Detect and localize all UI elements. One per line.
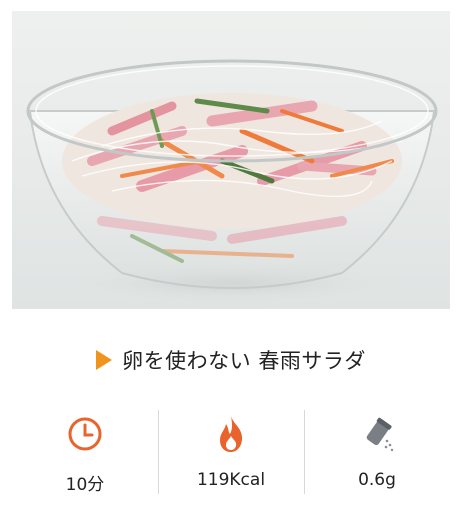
- clock-icon: [65, 414, 105, 454]
- salad-bowl-illustration: [26, 59, 438, 305]
- calories-stat: 119Kcal: [158, 406, 304, 498]
- flame-icon: [211, 414, 251, 454]
- recipe-stats: 10分 119Kcal 0.6g: [12, 406, 450, 498]
- calories-value: 119Kcal: [196, 470, 266, 490]
- salt-stat: 0.6g: [304, 406, 450, 498]
- recipe-title-row[interactable]: 卵を使わない 春雨サラダ: [0, 338, 462, 382]
- recipe-photo[interactable]: [12, 11, 450, 309]
- play-triangle-icon: [96, 350, 113, 370]
- cooking-time-value: 10分: [65, 475, 105, 495]
- salt-value: 0.6g: [358, 470, 396, 490]
- recipe-title[interactable]: 卵を使わない 春雨サラダ: [122, 345, 366, 375]
- cooking-time-stat: 10分: [12, 406, 158, 498]
- salt-shaker-icon: [357, 414, 397, 454]
